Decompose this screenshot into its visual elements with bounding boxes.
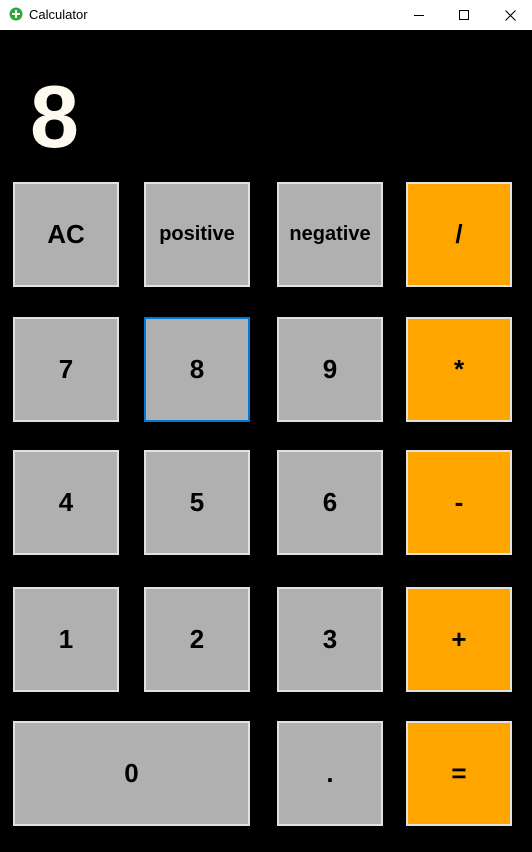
maximize-button[interactable]	[441, 0, 487, 30]
window-title: Calculator	[29, 7, 88, 22]
decimal-button[interactable]: .	[277, 721, 383, 826]
clear-button[interactable]: AC	[13, 182, 119, 287]
digit-0-button[interactable]: 0	[13, 721, 250, 826]
digit-1-button[interactable]: 1	[13, 587, 119, 692]
minimize-button[interactable]	[396, 0, 442, 30]
digit-2-button[interactable]: 2	[144, 587, 250, 692]
close-icon	[504, 9, 516, 21]
subtract-button[interactable]: -	[406, 450, 512, 555]
minimize-icon	[414, 10, 424, 20]
maximize-icon	[459, 10, 469, 20]
title-bar[interactable]: Calculator	[0, 0, 532, 30]
digit-7-button[interactable]: 7	[13, 317, 119, 422]
multiply-button[interactable]: *	[406, 317, 512, 422]
digit-6-button[interactable]: 6	[277, 450, 383, 555]
digit-4-button[interactable]: 4	[13, 450, 119, 555]
positive-button[interactable]: positive	[144, 182, 250, 287]
add-button[interactable]: +	[406, 587, 512, 692]
result-display: 8	[30, 67, 79, 166]
app-icon	[9, 7, 23, 21]
negative-button[interactable]: negative	[277, 182, 383, 287]
calculator-window: Calculator 8 AC positive negative / 7 8 …	[0, 0, 532, 852]
close-button[interactable]	[487, 0, 532, 30]
divide-button[interactable]: /	[406, 182, 512, 287]
digit-5-button[interactable]: 5	[144, 450, 250, 555]
digit-9-button[interactable]: 9	[277, 317, 383, 422]
digit-3-button[interactable]: 3	[277, 587, 383, 692]
equals-button[interactable]: =	[406, 721, 512, 826]
digit-8-button[interactable]: 8	[144, 317, 250, 422]
